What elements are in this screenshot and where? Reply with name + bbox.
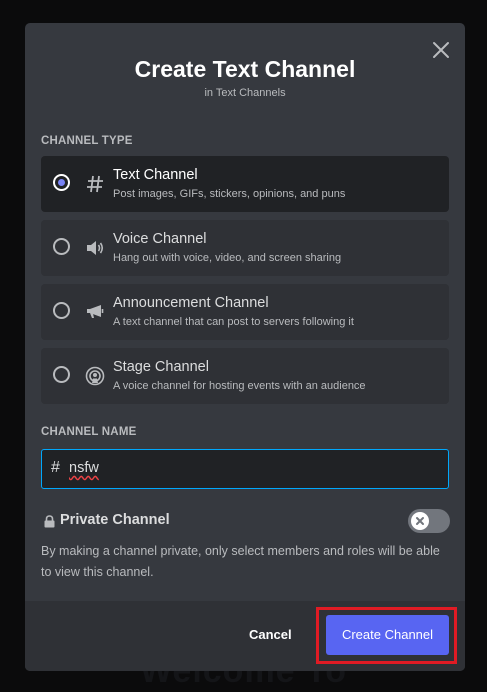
stage-icon — [85, 366, 105, 386]
option-title: Announcement Channel — [113, 295, 269, 311]
option-announcement-channel[interactable]: Announcement Channel A text channel that… — [41, 284, 449, 340]
option-stage-channel[interactable]: Stage Channel A voice channel for hostin… — [41, 348, 449, 404]
option-description: A text channel that can post to servers … — [113, 316, 354, 328]
channel-name-input[interactable]: # nsfw — [41, 449, 449, 489]
toggle-knob — [411, 512, 429, 530]
radio-unselected[interactable] — [53, 238, 70, 255]
option-title: Stage Channel — [113, 359, 209, 375]
radio-unselected[interactable] — [53, 366, 70, 383]
option-description: A voice channel for hosting events with … — [113, 380, 366, 392]
hash-prefix-icon: # — [51, 459, 60, 476]
toggle-x-icon — [416, 517, 424, 525]
option-text-channel[interactable]: Text Channel Post images, GIFs, stickers… — [41, 156, 449, 212]
channel-name-value[interactable]: nsfw — [69, 460, 99, 476]
modal-title: Create Text Channel — [134, 56, 356, 82]
option-title: Voice Channel — [113, 231, 207, 247]
option-description: Hang out with voice, video, and screen s… — [113, 252, 342, 264]
option-description: Post images, GIFs, stickers, opinions, a… — [113, 188, 346, 200]
private-channel-label: Private Channel — [60, 512, 170, 528]
channel-type-label: CHANNEL TYPE — [41, 135, 133, 147]
cancel-button[interactable]: Cancel — [249, 627, 292, 642]
modal-subtitle: in Text Channels — [204, 87, 286, 99]
speaker-icon — [85, 238, 105, 258]
create-channel-modal: Create Text Channel in Text Channels CHA… — [25, 23, 465, 671]
option-title: Text Channel — [113, 167, 198, 183]
megaphone-icon — [85, 302, 105, 322]
private-channel-description: By making a channel private, only select… — [41, 544, 440, 579]
hash-icon — [85, 174, 105, 194]
radio-unselected[interactable] — [53, 302, 70, 319]
option-voice-channel[interactable]: Voice Channel Hang out with voice, video… — [41, 220, 449, 276]
channel-name-label: CHANNEL NAME — [41, 426, 137, 438]
lock-icon — [44, 515, 55, 528]
radio-selected[interactable] — [53, 174, 70, 191]
create-channel-button[interactable]: Create Channel — [326, 615, 449, 655]
private-channel-toggle[interactable] — [408, 509, 450, 533]
modal-footer: Cancel Create Channel — [25, 601, 465, 671]
